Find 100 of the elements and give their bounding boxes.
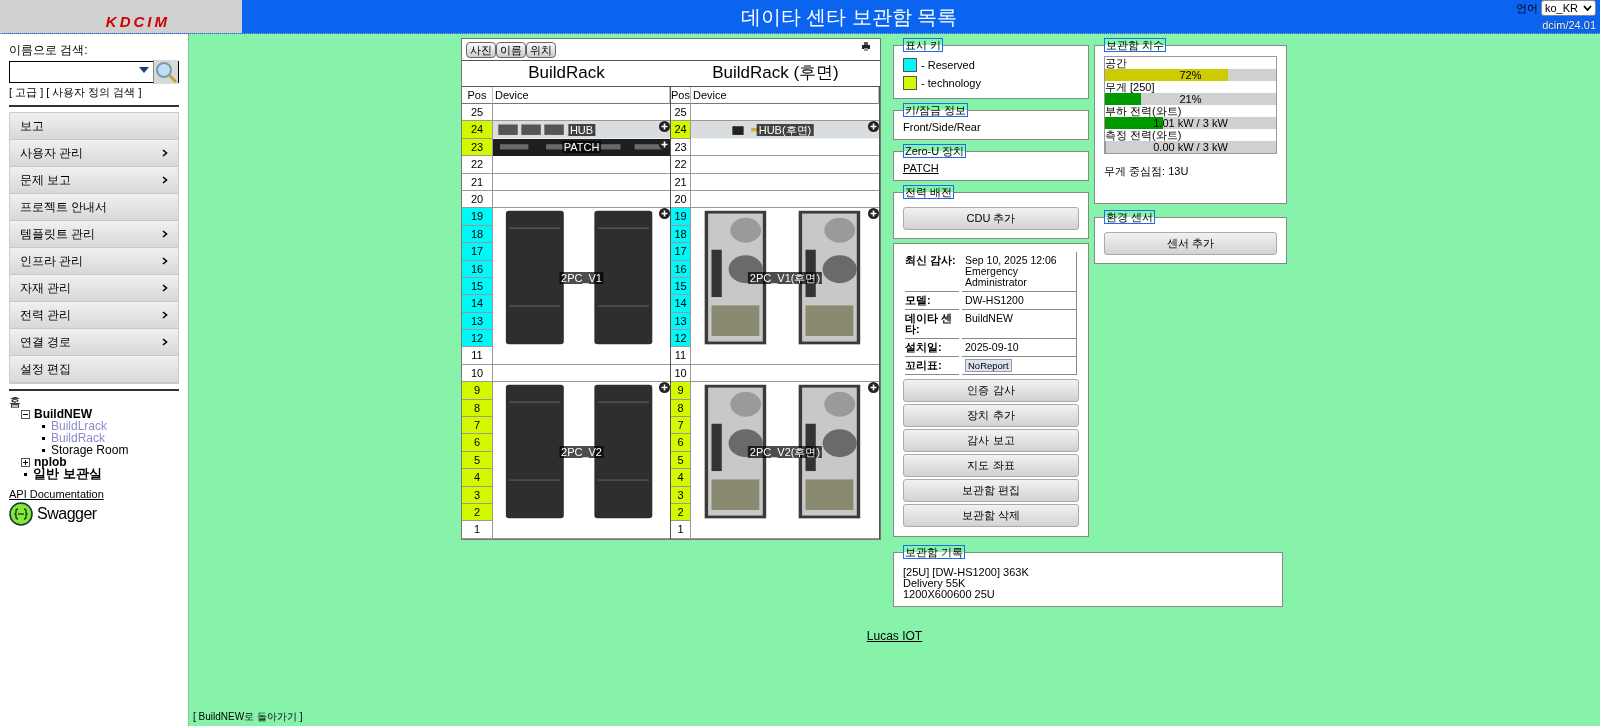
add-icon[interactable]: [868, 382, 879, 394]
search-field[interactable]: [9, 61, 179, 83]
field-label: 설치일:: [905, 339, 959, 357]
chevron-right-icon: [162, 338, 168, 346]
add-sensor-button[interactable]: 센서 추가: [1104, 232, 1277, 255]
footer-link[interactable]: Lucas IOT: [866, 629, 923, 643]
position-cell: 1: [462, 521, 493, 539]
device-label[interactable]: 2PC_V2(후면): [747, 445, 823, 458]
position-cell: 17: [462, 243, 493, 261]
field-label: 데이타 센타:: [905, 310, 959, 339]
device-label[interactable]: PATCH: [561, 141, 602, 154]
position-cell: 4: [671, 469, 691, 487]
add-cdu-button[interactable]: CDU 추가: [903, 207, 1079, 230]
center-of-gravity-text: 무게 중심점: 13U: [1104, 164, 1190, 179]
view-toggle-button[interactable]: 사진: [466, 41, 496, 58]
position-cell: 19: [671, 208, 691, 226]
history-line: Delivery 55K: [903, 578, 966, 589]
device-label[interactable]: 2PC_V1(후면): [747, 271, 823, 284]
column-header: Device: [493, 87, 670, 104]
panel-title: 키/잠금 정보: [903, 103, 969, 117]
column-header: Pos: [671, 87, 691, 104]
search-link[interactable]: [ 고급 ]: [9, 85, 44, 100]
field-label: 모델:: [905, 292, 959, 310]
chevron-right-icon: [162, 149, 168, 157]
panel-title: 보관함 치수: [1104, 38, 1167, 52]
device-label[interactable]: 2PC_V1: [559, 271, 604, 284]
menu-item[interactable]: 프로젝트 안내서: [10, 194, 178, 221]
search-label: 이름으로 검색:: [9, 42, 89, 59]
tree-item[interactable]: BuildNEW: [34, 408, 92, 420]
action-button[interactable]: 지도 좌표: [903, 454, 1079, 477]
menu-item[interactable]: 사용자 관리: [10, 140, 178, 167]
language-select[interactable]: ko_KR: [1540, 0, 1596, 16]
position-cell: 11: [671, 347, 691, 365]
language-label: 언어: [1515, 0, 1538, 16]
chevron-right-icon: [162, 257, 168, 265]
panel-title: 전력 배전: [903, 185, 955, 199]
lock-info-text: Front/Side/Rear: [903, 121, 982, 133]
device-label[interactable]: 2PC_V2: [559, 445, 604, 458]
position-cell: 12: [671, 330, 691, 348]
device-label[interactable]: HUB: [567, 124, 596, 137]
meter-label: 무게 [250]: [1105, 81, 1156, 93]
back-link[interactable]: [ BuildNEW로 돌아가기 ]: [193, 710, 303, 724]
search-icon[interactable]: [153, 60, 178, 84]
action-button[interactable]: 보관함 삭제: [903, 504, 1079, 527]
add-icon[interactable]: [659, 382, 670, 394]
action-button[interactable]: 보관함 편집: [903, 479, 1079, 502]
search-link[interactable]: [ 사용자 정의 검색 ]: [46, 85, 142, 100]
tree-item[interactable]: nplob: [34, 456, 67, 468]
menu-item[interactable]: 자재 관리: [10, 275, 178, 302]
panel-title: Zero-U 장치: [903, 144, 967, 158]
tree-root[interactable]: 홈: [9, 396, 179, 408]
add-icon[interactable]: [868, 208, 879, 220]
menu-item[interactable]: 템플릿트 관리: [10, 221, 178, 248]
tag[interactable]: NoReport: [965, 359, 1012, 372]
bullet-icon: [42, 436, 45, 440]
swagger-logo-icon: [9, 502, 33, 526]
menu-item[interactable]: 연결 경로: [10, 329, 178, 356]
position-cell: 17: [671, 243, 691, 261]
action-button[interactable]: 장치 추가: [903, 404, 1079, 427]
position-cell: 23: [671, 138, 691, 157]
add-icon[interactable]: [659, 138, 670, 150]
column-header: Pos: [462, 87, 493, 104]
meter-label: 부하 전력(와트): [1105, 105, 1183, 117]
position-cell: 6: [462, 434, 493, 452]
swagger-logo-text[interactable]: Swagger: [37, 505, 97, 523]
history-line: 1200X600600 25U: [903, 589, 996, 600]
menu-item[interactable]: 인프라 관리: [10, 248, 178, 275]
meter-reading: 0.00 kW / 3 kW: [1152, 141, 1229, 153]
add-icon[interactable]: [659, 121, 670, 133]
panel-title: 환경 센서: [1104, 210, 1156, 224]
tree-item[interactable]: Storage Room: [51, 444, 129, 456]
position-cell: 22: [462, 156, 493, 174]
device-link[interactable]: PATCH: [903, 162, 1079, 174]
api-link[interactable]: API Documentation: [9, 488, 179, 500]
position-cell: 14: [671, 295, 691, 313]
view-toggle-button[interactable]: 위치: [526, 41, 556, 58]
menu-item[interactable]: 보고: [10, 113, 178, 140]
device-label[interactable]: HUB(후면): [756, 124, 814, 137]
position-cell: 11: [462, 347, 493, 365]
tree-item[interactable]: 일반 보관실: [33, 468, 102, 480]
print-icon[interactable]: [862, 42, 870, 51]
position-cell: 6: [671, 434, 691, 452]
add-icon[interactable]: [659, 208, 670, 220]
chevron-right-icon: [162, 176, 168, 184]
logo: KDCIM: [105, 13, 170, 32]
position-cell: 22: [671, 156, 691, 174]
action-button[interactable]: 감사 보고: [903, 429, 1079, 452]
page-title: 데이타 센타 보관함 목록: [739, 5, 959, 30]
collapse-icon[interactable]: [21, 409, 30, 419]
menu-item[interactable]: 전력 관리: [10, 302, 178, 329]
expand-icon[interactable]: [21, 457, 30, 467]
position-cell: 9: [671, 382, 691, 400]
view-toggle-button[interactable]: 이름: [496, 41, 526, 58]
menu-item[interactable]: 설정 편집: [10, 356, 178, 383]
bullet-icon: [24, 472, 27, 476]
chevron-down-icon: [1583, 5, 1592, 11]
menu-item[interactable]: 문제 보고: [10, 167, 178, 194]
add-icon[interactable]: [868, 121, 879, 133]
action-button[interactable]: 인증 감사: [903, 379, 1079, 402]
position-cell: 19: [462, 208, 493, 226]
